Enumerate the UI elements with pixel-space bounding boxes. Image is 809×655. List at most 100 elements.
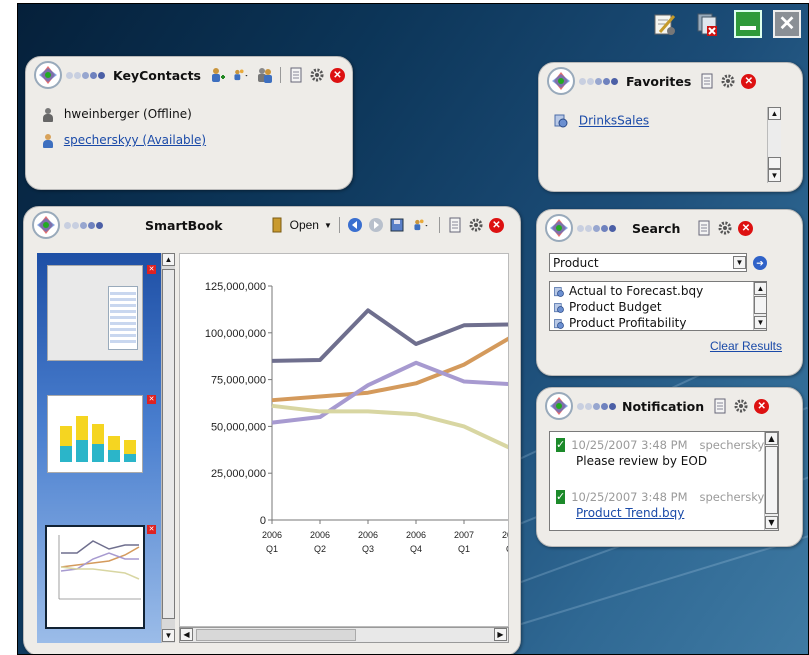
- x-tick-label-quarter: Q1: [458, 544, 470, 554]
- close-panel-icon[interactable]: ✕: [330, 67, 345, 83]
- notification-link[interactable]: Product Trend.bqy: [576, 506, 746, 520]
- contact-item[interactable]: hweinberger (Offline): [42, 107, 206, 129]
- document-icon[interactable]: [447, 217, 463, 233]
- search-result-item[interactable]: Product Budget: [553, 300, 763, 316]
- line-chart: 125,000,000 100,000,000 75,000,000 50,000,0…: [205, 281, 509, 554]
- scroll-down-icon[interactable]: ▼: [768, 169, 781, 182]
- remove-thumbnail-icon[interactable]: ✕: [147, 395, 156, 404]
- close-panel-icon[interactable]: ✕: [754, 398, 770, 414]
- gear-icon[interactable]: [309, 67, 325, 83]
- chevron-down-icon[interactable]: ▼: [324, 221, 332, 230]
- panel-dots-icon: [64, 221, 103, 229]
- y-tick-label: 25,000,000: [211, 468, 266, 480]
- y-tick-label: 125,000,000: [205, 281, 266, 293]
- thumbnail-line-chart[interactable]: [45, 525, 145, 629]
- scroll-thumb[interactable]: [765, 446, 778, 514]
- series-line-2: [271, 336, 508, 403]
- search-result-label: Product Profitability: [569, 316, 687, 330]
- search-input[interactable]: Product: [549, 253, 747, 272]
- search-result-item[interactable]: Actual to Forecast.bqy: [553, 284, 763, 300]
- go-search-icon[interactable]: ➔: [753, 256, 767, 270]
- group-contacts-icon[interactable]: [257, 67, 273, 83]
- notification-scrollbar[interactable]: ▲ ▼: [764, 432, 778, 530]
- thumbnail-table[interactable]: [47, 265, 143, 361]
- scroll-thumb[interactable]: [768, 157, 781, 169]
- close-panel-icon[interactable]: ✕: [738, 220, 754, 236]
- edit-page-icon[interactable]: [651, 10, 679, 38]
- panel-title: KeyContacts: [113, 67, 201, 83]
- app-logo-icon: [34, 61, 62, 89]
- gear-icon[interactable]: [717, 220, 733, 236]
- panel-dots-icon: [579, 77, 618, 85]
- scroll-up-icon[interactable]: ▲: [754, 282, 766, 295]
- scroll-left-icon[interactable]: ◀: [180, 628, 193, 641]
- document-icon[interactable]: [699, 73, 715, 89]
- thumbnail-scrollbar[interactable]: ▲ ▼: [161, 253, 175, 643]
- smartbook-titlebar: SmartBook Open ▼ ✕: [24, 207, 520, 243]
- scroll-down-icon[interactable]: ▼: [754, 316, 766, 329]
- page-thumbnail-strip: ✕ ✕ ✕: [37, 253, 161, 643]
- document-icon[interactable]: [696, 220, 712, 236]
- minimize-icon[interactable]: [734, 10, 762, 38]
- open-book-icon[interactable]: [269, 217, 285, 233]
- gear-icon[interactable]: [720, 73, 736, 89]
- favorite-link[interactable]: DrinksSales: [579, 114, 649, 128]
- close-icon[interactable]: ✕: [773, 10, 801, 38]
- notification-time: 10/25/2007 3:48 PM: [571, 438, 688, 452]
- scroll-down-icon[interactable]: ▼: [765, 516, 778, 529]
- remove-thumbnail-icon[interactable]: ✕: [147, 265, 156, 274]
- panel-title: Favorites: [626, 73, 692, 89]
- contact-status-dropdown-icon[interactable]: [230, 67, 252, 83]
- app-logo-icon: [32, 211, 60, 239]
- scroll-thumb[interactable]: [196, 629, 356, 641]
- dropdown-arrow-icon[interactable]: ▼: [733, 256, 746, 269]
- thumbnail-bar-chart[interactable]: [47, 395, 143, 473]
- desktop-background: ✕ KeyContacts ✕ hweinberger (Offline) sp…: [17, 3, 809, 655]
- scroll-thumb[interactable]: [754, 296, 766, 314]
- favorites-scrollbar[interactable]: ▲ ▼: [767, 107, 781, 183]
- add-contact-icon[interactable]: [209, 67, 225, 83]
- open-dropdown-button[interactable]: Open: [290, 218, 319, 232]
- panel-title: SmartBook: [145, 217, 223, 233]
- scroll-up-icon[interactable]: ▲: [765, 432, 778, 445]
- clear-results-link[interactable]: Clear Results: [710, 339, 782, 353]
- series-line-1: [271, 308, 508, 363]
- forward-arrow-icon[interactable]: [368, 217, 384, 233]
- notification-item[interactable]: ✓ 10/25/2007 3:48 PM specherskyy@ Please r…: [556, 438, 778, 468]
- scroll-up-icon[interactable]: ▲: [768, 107, 781, 120]
- x-tick-label-year: 2007: [502, 530, 509, 540]
- gear-icon[interactable]: [468, 217, 484, 233]
- x-tick-label-quarter: Q2: [506, 544, 509, 554]
- contact-name-link[interactable]: specherskyy (Available): [64, 133, 206, 147]
- favorite-item[interactable]: DrinksSales: [553, 113, 649, 129]
- close-panel-icon[interactable]: ✕: [488, 217, 504, 233]
- x-tick-label-year: 2006: [406, 530, 426, 540]
- save-book-icon[interactable]: [389, 217, 405, 233]
- report-file-icon: [553, 302, 565, 314]
- notification-item[interactable]: ✓ 10/25/2007 3:48 PM specherskyy@ Product …: [556, 490, 778, 520]
- scroll-thumb[interactable]: [162, 269, 175, 619]
- remove-page-icon[interactable]: [692, 10, 720, 38]
- favorites-panel: Favorites ✕ DrinksSales ▲ ▼: [538, 62, 803, 192]
- notification-message: Please review by EOD: [576, 454, 708, 468]
- chart-horizontal-scrollbar[interactable]: ◀ ▶: [179, 627, 509, 643]
- scroll-down-icon[interactable]: ▼: [162, 629, 175, 642]
- search-result-label: Product Budget: [569, 300, 662, 314]
- gear-icon[interactable]: [733, 398, 749, 414]
- app-logo-icon: [545, 392, 573, 420]
- share-users-icon[interactable]: [410, 217, 432, 233]
- search-result-item[interactable]: Product Profitability: [553, 316, 763, 330]
- panel-title: Search: [632, 220, 681, 236]
- y-tick-label: 75,000,000: [211, 375, 266, 387]
- document-icon[interactable]: [712, 398, 728, 414]
- back-arrow-icon[interactable]: [347, 217, 363, 233]
- notification-time: 10/25/2007 3:48 PM: [571, 490, 688, 504]
- scroll-up-icon[interactable]: ▲: [162, 253, 175, 266]
- favorites-titlebar: Favorites ✕: [539, 63, 802, 99]
- scroll-right-icon[interactable]: ▶: [494, 628, 507, 641]
- close-panel-icon[interactable]: ✕: [741, 73, 757, 89]
- search-results-scrollbar[interactable]: ▲ ▼: [753, 282, 766, 330]
- remove-thumbnail-icon[interactable]: ✕: [147, 525, 156, 534]
- document-icon[interactable]: [288, 67, 304, 83]
- contact-item[interactable]: specherskyy (Available): [42, 133, 206, 155]
